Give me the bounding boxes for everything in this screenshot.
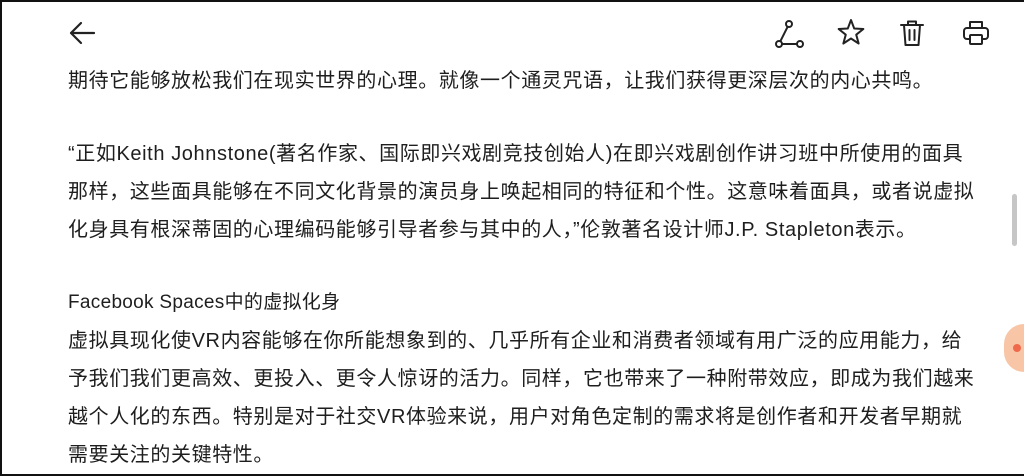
top-toolbar — [2, 2, 1024, 60]
paragraph-line: 虚拟具现化使VR内容能够在你所能想象到的、几乎所有企业和消费者领域有用广泛的应用… — [68, 330, 963, 352]
trash-icon — [900, 20, 924, 46]
paragraph-line: 予我们我们更高效、更投入、更令人惊讶的活力。同样，它也带来了一种附带效应，即成为… — [68, 368, 975, 390]
article-section: Facebook Spaces中的虚拟化身 虚拟具现化使VR内容能够在你所能想象… — [68, 284, 996, 474]
back-button[interactable] — [66, 17, 98, 49]
article-paragraph: “正如Keith Johnstone(著名作家、国际即兴戏剧竞技创始人)在即兴戏… — [68, 135, 996, 249]
dot-icon — [1013, 344, 1021, 352]
star-icon — [837, 19, 865, 45]
paragraph-line: “正如Keith Johnstone(著名作家、国际即兴戏剧竞技创始人)在即兴戏… — [68, 143, 964, 165]
article-body: 期待它能够放松我们在现实世界的心理。就像一个通灵咒语，让我们获得更深层次的内心共… — [68, 62, 996, 474]
paragraph-line: 越个人化的东西。特别是对于社交VR体验来说，用户对角色定制的需求将是创作者和开发… — [68, 406, 963, 428]
floating-assistant-button[interactable] — [1004, 324, 1024, 372]
article-reader-screen: 期待它能够放松我们在现实世界的心理。就像一个通灵咒语，让我们获得更深层次的内心共… — [0, 0, 1024, 476]
paragraph-line: 化身具有根深蒂固的心理编码能够引导者参与其中的人，”伦敦著名设计师J.P. St… — [68, 219, 917, 241]
favorite-button[interactable] — [836, 18, 866, 48]
scrollbar-thumb[interactable] — [1012, 194, 1017, 246]
delete-button[interactable] — [897, 18, 927, 48]
print-icon — [963, 21, 989, 45]
share-button[interactable] — [774, 19, 804, 49]
paragraph-line: 那样，这些面具能够在不同文化背景的演员身上唤起相同的特征和个性。这意味着面具，或… — [68, 181, 975, 203]
paragraph-line: 需要关注的关键特性。 — [68, 444, 274, 466]
back-arrow-icon — [69, 21, 96, 45]
print-button[interactable] — [961, 18, 991, 48]
article-paragraph: 期待它能够放松我们在现实世界的心理。就像一个通灵咒语，让我们获得更深层次的内心共… — [68, 62, 996, 100]
share-icon — [775, 20, 804, 48]
paragraph-line: 期待它能够放松我们在现实世界的心理。就像一个通灵咒语，让我们获得更深层次的内心共… — [68, 70, 934, 92]
section-heading: Facebook Spaces中的虚拟化身 — [68, 292, 341, 313]
